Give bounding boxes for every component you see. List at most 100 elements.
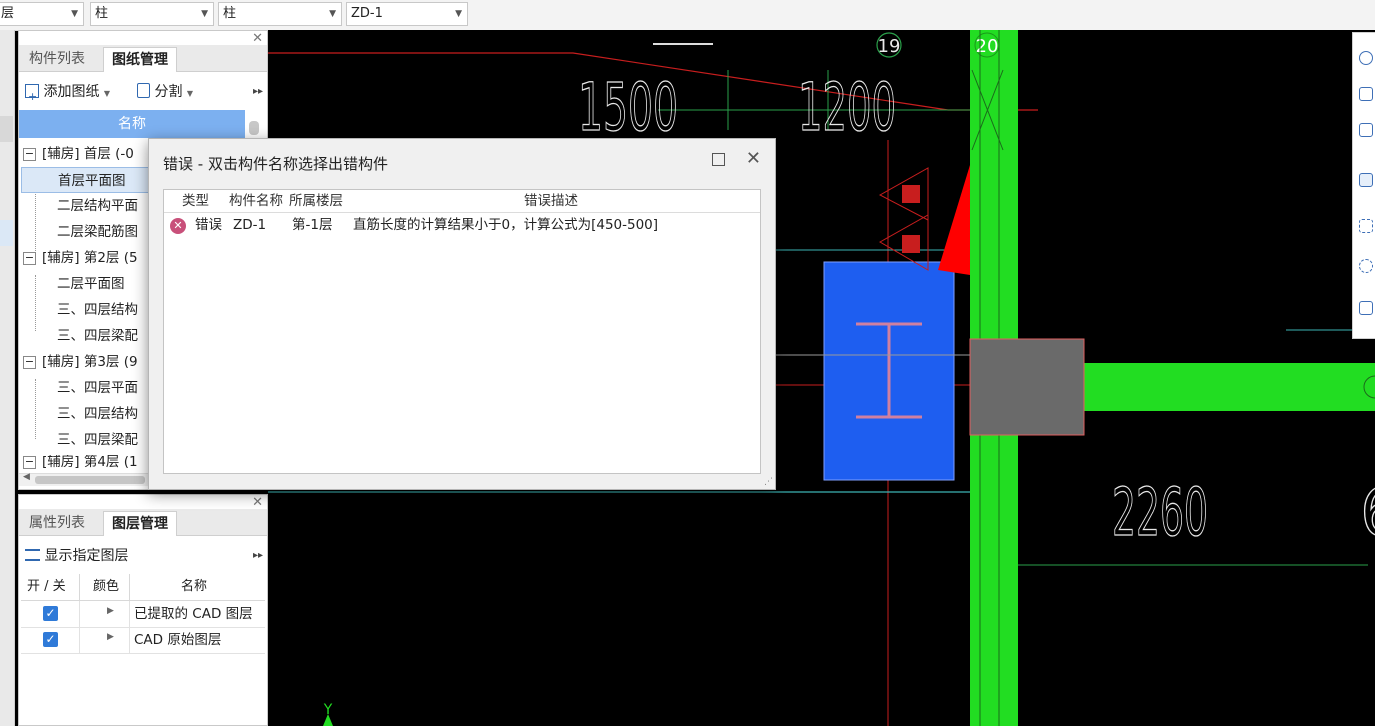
front-view-icon[interactable] [1359,173,1373,187]
scroll-left-icon[interactable]: ◀ [23,472,30,482]
tab-drawing-management[interactable]: 图纸管理 [103,47,177,72]
error-marker-hatch [902,235,920,253]
tab-layer-management[interactable]: 图层管理 [103,511,177,536]
close-icon[interactable]: ✕ [252,31,263,46]
dimension-label: 1200 [798,69,896,146]
error-row[interactable]: ✕ 错误 ZD-1 第-1层 直筋长度的计算结果小于0，计算公式为[450-50… [164,214,760,238]
layer-panel-tabs: 属性列表 图层管理 [19,509,267,536]
layer-table-header: 开 / 关 颜色 名称 [21,574,265,601]
chevron-down-icon: ▼ [186,89,194,98]
col-desc[interactable]: 错误描述 [524,190,578,212]
expand-arrow-icon[interactable]: ▶ [107,606,114,616]
layer-name: 已提取的 CAD 图层 [134,606,253,622]
dimension-label: 1500 [578,69,678,146]
chevron-down-icon: ▼ [103,89,111,98]
error-list-header: 类型 构件名称 所属楼层 错误描述 [164,190,760,213]
type-combo[interactable]: 柱 ▼ [218,2,342,26]
gray-column[interactable] [969,338,1085,436]
top-toolbar: 层 ▼ 柱 ▼ 柱 ▼ ZD-1 ▼ [0,0,1375,31]
floor-combo-value: 层 [1,6,15,21]
tree-item-label: 二层梁配筋图 [57,224,138,240]
header-name: 名称 [181,579,208,594]
show-layer-label: 显示指定图层 [44,548,129,564]
layer-row[interactable]: ✓ ▶ CAD 原始图层 [21,627,265,654]
zoom-extent-icon[interactable] [1359,259,1373,273]
layer-checkbox[interactable]: ✓ [43,632,58,647]
col-floor[interactable]: 所属楼层 [289,190,343,212]
chevron-down-icon: ▼ [329,9,336,19]
layer-management-panel: ✕ 属性列表 图层管理 显示指定图层 ▸▸ 开 / 关 颜色 名称 ✓ ▶ 已提… [18,494,268,726]
orbit-icon[interactable] [1359,51,1373,65]
dimension-label: 2260 [1112,474,1208,551]
close-icon[interactable]: ✕ [746,148,761,169]
axis-label-20: 20 [976,36,999,57]
name-column-header[interactable]: 名称 [19,110,245,138]
select-box-icon[interactable] [1359,219,1373,233]
tree-item-label: 三、四层平面 [57,380,138,396]
col-type[interactable]: 类型 [182,190,209,212]
floor-combo[interactable]: 层 ▼ [0,2,84,26]
axis-label-19: 19 [878,36,901,57]
tree-item-label: 三、四层结构 [57,406,138,422]
expand-arrow-icon[interactable]: ▶ [107,632,114,642]
drawing-toolbar: + 添加图纸 ▼ 分割 ▼ ▸▸ [19,77,267,107]
tab-component-list[interactable]: 构件列表 [21,47,93,71]
error-icon: ✕ [170,218,186,234]
layer-checkbox[interactable]: ✓ [43,606,58,621]
header-color: 颜色 [93,579,120,594]
tree-item-label: 三、四层梁配 [57,432,138,448]
col-name[interactable]: 构件名称 [229,190,283,212]
type-combo-value: 柱 [223,6,237,21]
error-dialog: 错误 - 双击构件名称选择出错构件 ✕ 类型 构件名称 所属楼层 错误描述 ✕ … [148,138,776,490]
3d-view-icon[interactable] [1359,87,1373,101]
add-drawing-icon: + [25,84,39,103]
more-icon[interactable]: ▸▸ [253,77,263,107]
dialog-title: 错误 - 双击构件名称选择出错构件 [163,155,388,173]
split-icon [137,83,150,98]
more-icon[interactable]: ▸▸ [253,541,263,571]
vertical-scrollbar[interactable] [249,121,259,135]
add-drawing-button[interactable]: + 添加图纸 ▼ [25,77,110,109]
layer-row[interactable]: ✓ ▶ 已提取的 CAD 图层 [21,601,265,628]
add-drawing-label: 添加图纸 [43,84,100,100]
layer-name: CAD 原始图层 [134,632,222,648]
layers-icon [25,549,40,561]
drawing-panel-tabs: 构件列表 图纸管理 [19,45,267,72]
tree-item-label: 三、四层结构 [57,302,138,318]
tree-item-label: [辅房] 第2层 (5 [42,250,138,266]
chevron-down-icon: ▼ [455,9,462,19]
error-description: 直筋长度的计算结果小于0，计算公式为[450-500] [353,217,659,233]
component-combo-value: ZD-1 [351,6,383,21]
collapse-icon[interactable]: − [23,355,36,369]
collapse-icon[interactable]: − [23,455,36,469]
list-icon[interactable] [1359,301,1373,315]
tree-item-label: 首层平面图 [58,173,126,189]
show-layer-button[interactable]: 显示指定图层 [25,541,128,571]
error-marker-hatch [902,185,920,203]
tree-item-label: 二层平面图 [57,276,125,292]
header-toggle: 开 / 关 [27,579,66,594]
maximize-icon[interactable] [712,153,725,166]
category-combo-value: 柱 [95,6,109,21]
error-list: 类型 构件名称 所属楼层 错误描述 ✕ 错误 ZD-1 第-1层 直筋长度的计算… [163,189,761,474]
error-floor: 第-1层 [292,217,333,233]
wall-horizontal[interactable] [1078,363,1375,411]
collapse-icon[interactable]: − [23,251,36,265]
layer-toolbar: 显示指定图层 ▸▸ [19,541,267,571]
error-type: 错误 [195,217,222,233]
left-dock-strip [0,30,15,726]
category-combo[interactable]: 柱 ▼ [90,2,214,26]
split-button[interactable]: 分割 ▼ [137,77,193,109]
close-icon[interactable]: ✕ [252,495,263,510]
component-combo[interactable]: ZD-1 ▼ [346,2,468,26]
error-component-name[interactable]: ZD-1 [233,214,266,236]
tree-item-label: [辅房] 第4层 (1 [42,455,138,469]
view-toolbar [1352,32,1375,339]
top-view-icon[interactable] [1359,123,1373,137]
resize-grip-icon[interactable]: ⋰ [764,477,773,487]
collapse-icon[interactable]: − [23,147,36,161]
tree-item-label: 三、四层梁配 [57,328,138,344]
chevron-down-icon: ▼ [71,9,78,19]
tree-item-label: 二层结构平面 [57,198,138,214]
tab-property-list[interactable]: 属性列表 [21,511,93,535]
